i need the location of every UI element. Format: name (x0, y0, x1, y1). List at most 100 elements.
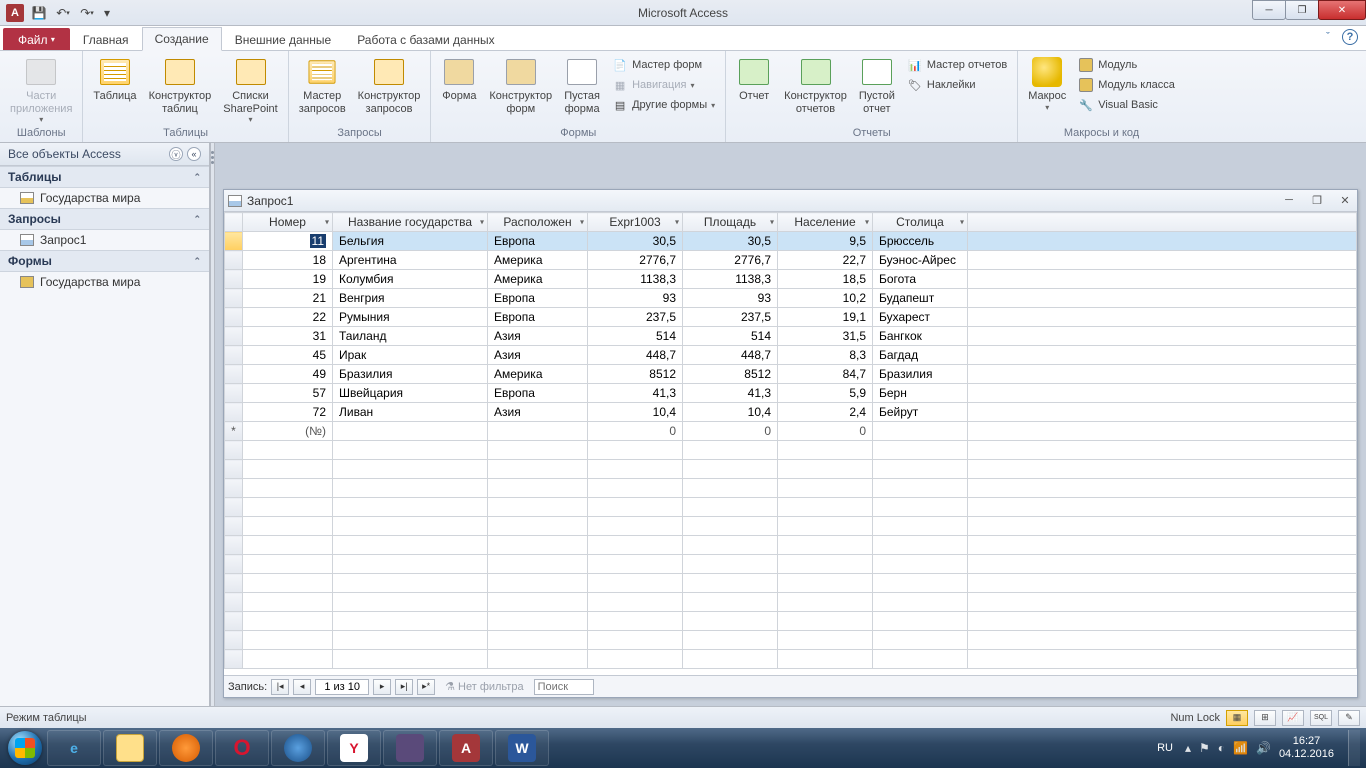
query-design-button[interactable]: Конструктор запросов (352, 53, 427, 115)
row-selector[interactable] (225, 251, 243, 270)
report-button[interactable]: Отчет (730, 53, 778, 103)
visual-basic-button[interactable]: 🔧Visual Basic (1076, 96, 1177, 114)
table-row[interactable]: 49БразилияАмерика8512851284,7Бразилия (225, 365, 1357, 384)
cell[interactable]: Бразилия (333, 365, 488, 384)
cell[interactable]: 237,5 (588, 308, 683, 327)
cell[interactable]: 45 (243, 346, 333, 365)
cell[interactable]: Европа (488, 384, 588, 403)
cell[interactable]: 21 (243, 289, 333, 308)
cell[interactable]: 30,5 (683, 232, 778, 251)
form-wizard-button[interactable]: 📄Мастер форм (610, 56, 717, 74)
cell[interactable] (968, 384, 1357, 403)
table-row[interactable]: 72ЛиванАзия10,410,42,4Бейрут (225, 403, 1357, 422)
cell[interactable]: 8512 (683, 365, 778, 384)
cell[interactable]: 10,4 (683, 403, 778, 422)
subwin-close-icon[interactable]: ✕ (1337, 194, 1353, 207)
datasheet-grid[interactable]: Номер▾Название государства▾Расположен▾Ex… (224, 212, 1357, 675)
column-header[interactable]: Номер▾ (243, 213, 333, 232)
form-design-button[interactable]: Конструктор форм (483, 53, 558, 115)
cell[interactable] (968, 251, 1357, 270)
navigation-button[interactable]: ▦Навигация (610, 76, 717, 94)
language-indicator[interactable]: RU (1153, 741, 1177, 755)
first-record-button[interactable]: |◂ (271, 679, 289, 695)
row-selector[interactable] (225, 403, 243, 422)
clock[interactable]: 16:27 04.12.2016 (1279, 735, 1334, 760)
cell[interactable]: 9,5 (778, 232, 873, 251)
labels-button[interactable]: 🏷Наклейки (905, 76, 1009, 94)
cell[interactable]: Швейцария (333, 384, 488, 403)
cell[interactable]: Румыния (333, 308, 488, 327)
cell[interactable]: 448,7 (683, 346, 778, 365)
cell[interactable]: Колумбия (333, 270, 488, 289)
qat-customize[interactable]: ▾ (100, 3, 114, 23)
cell[interactable]: Бухарест (873, 308, 968, 327)
cell[interactable]: 8,3 (778, 346, 873, 365)
cell[interactable] (968, 422, 1357, 441)
nav-pane-header[interactable]: Все объекты Access ⓥ« (0, 143, 209, 166)
tab-create[interactable]: Создание (142, 27, 222, 51)
cell[interactable]: Аргентина (333, 251, 488, 270)
nav-item[interactable]: Запрос1 (0, 230, 209, 250)
restore-button[interactable]: ❐ (1285, 0, 1319, 20)
blank-form-button[interactable]: Пустая форма (558, 53, 606, 115)
cell[interactable]: Бангкок (873, 327, 968, 346)
table-row[interactable]: 31ТаиландАзия51451431,5Бангкок (225, 327, 1357, 346)
row-selector[interactable] (225, 346, 243, 365)
cell[interactable]: 10,4 (588, 403, 683, 422)
row-selector[interactable] (225, 232, 243, 251)
design-view-button[interactable]: ✎ (1338, 710, 1360, 726)
nav-group-header[interactable]: Таблицы⌃ (0, 166, 209, 188)
column-header-blank[interactable] (968, 213, 1357, 232)
tray-volume-icon[interactable]: 🔊 (1256, 741, 1271, 755)
cell[interactable]: 514 (588, 327, 683, 346)
cell[interactable] (333, 422, 488, 441)
table-row[interactable]: 22РумынияЕвропа237,5237,519,1Бухарест (225, 308, 1357, 327)
taskbar-app2[interactable] (383, 730, 437, 766)
nav-item[interactable]: Государства мира (0, 188, 209, 208)
module-button[interactable]: Модуль (1076, 56, 1177, 74)
cell[interactable]: 11 (243, 232, 333, 251)
ribbon-minimize-icon[interactable]: ˇ (1320, 29, 1336, 45)
cell[interactable]: Ирак (333, 346, 488, 365)
cell[interactable]: Азия (488, 346, 588, 365)
datasheet-view-button[interactable]: ▦ (1226, 710, 1248, 726)
cell[interactable]: 10,2 (778, 289, 873, 308)
cell[interactable]: Венгрия (333, 289, 488, 308)
table-button[interactable]: Таблица (87, 53, 142, 103)
cell[interactable]: 18,5 (778, 270, 873, 289)
cell[interactable]: 22,7 (778, 251, 873, 270)
column-header[interactable]: Столица▾ (873, 213, 968, 232)
pivot-view-button[interactable]: ⊞ (1254, 710, 1276, 726)
cell[interactable]: 5,9 (778, 384, 873, 403)
table-row[interactable]: 19КолумбияАмерика1138,31138,318,5Богота (225, 270, 1357, 289)
cell[interactable]: Азия (488, 403, 588, 422)
cell[interactable] (968, 289, 1357, 308)
redo-button[interactable]: ↷▾ (76, 3, 98, 23)
table-row[interactable]: 57ШвейцарияЕвропа41,341,35,9Берн (225, 384, 1357, 403)
cell[interactable]: Европа (488, 308, 588, 327)
last-record-button[interactable]: ▸| (395, 679, 413, 695)
tray-chevron-icon[interactable]: ▴ (1185, 741, 1191, 755)
cell[interactable]: Брюссель (873, 232, 968, 251)
taskbar-word[interactable]: W (495, 730, 549, 766)
cell[interactable]: 19,1 (778, 308, 873, 327)
row-selector[interactable] (225, 308, 243, 327)
cell[interactable]: 31 (243, 327, 333, 346)
taskbar-app1[interactable] (271, 730, 325, 766)
row-selector[interactable] (225, 289, 243, 308)
tray-flag-icon[interactable]: ⚑ (1199, 741, 1210, 755)
cell[interactable]: Таиланд (333, 327, 488, 346)
next-record-button[interactable]: ▸ (373, 679, 391, 695)
cell[interactable]: 30,5 (588, 232, 683, 251)
cell[interactable]: 2776,7 (683, 251, 778, 270)
minimize-button[interactable]: ─ (1252, 0, 1286, 20)
cell[interactable]: Буэнос-Айрес (873, 251, 968, 270)
new-row[interactable]: *(№)000 (225, 422, 1357, 441)
cell[interactable]: Бейрут (873, 403, 968, 422)
cell[interactable]: 49 (243, 365, 333, 384)
start-button[interactable] (4, 728, 46, 768)
report-design-button[interactable]: Конструктор отчетов (778, 53, 853, 115)
cell[interactable]: 8512 (588, 365, 683, 384)
subwin-minimize-icon[interactable]: ─ (1281, 194, 1297, 207)
cell[interactable]: 84,7 (778, 365, 873, 384)
